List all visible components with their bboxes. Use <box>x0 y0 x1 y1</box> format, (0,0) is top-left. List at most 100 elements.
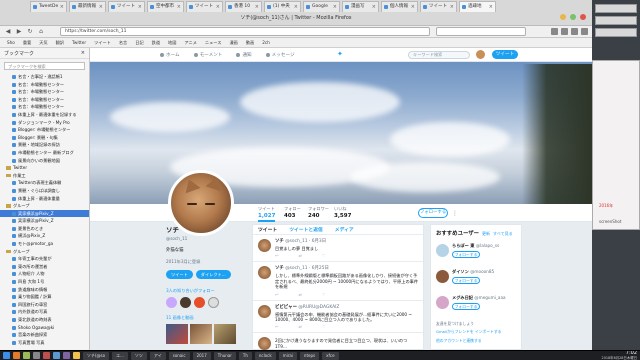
profile-handle[interactable]: @soch_11 <box>166 236 246 241</box>
like-icon[interactable]: ♡ <box>322 292 326 297</box>
bookmark-item[interactable]: Sho <box>4 40 18 45</box>
close-icon[interactable]: × <box>138 2 142 12</box>
refresh-link[interactable]: 更新 <box>482 231 490 236</box>
close-icon[interactable]: × <box>216 2 220 12</box>
download-icon[interactable] <box>551 28 558 35</box>
terminal-icon[interactable] <box>33 352 40 359</box>
bookmark-item[interactable]: 重要 <box>20 40 34 46</box>
avatar[interactable] <box>258 266 271 280</box>
follow-button[interactable]: フォローする <box>452 303 480 310</box>
import-contacts-link[interactable]: Gmailからフレンドを インポートする <box>436 329 516 335</box>
bookmark-item[interactable]: 日記 <box>132 40 146 46</box>
bookmark-item[interactable]: アニメ <box>181 40 199 46</box>
nav-moments[interactable]: モーメント <box>193 52 222 58</box>
bookmark-item[interactable]: 内外鉄道の写真 <box>0 308 89 316</box>
taskbar-window[interactable]: 2017 <box>192 351 211 360</box>
close-icon[interactable]: × <box>255 2 259 12</box>
stat-likes[interactable]: いいね 3,597 <box>334 206 351 219</box>
like-icon[interactable]: ♡ <box>322 324 326 329</box>
twitter-bird-icon[interactable]: ✦ <box>337 51 345 58</box>
sidebar-title[interactable]: ブックマーク <box>4 50 34 57</box>
browser-tab[interactable]: (1) 中央 × <box>264 1 301 12</box>
close-icon[interactable]: × <box>99 2 103 12</box>
browser-tab[interactable]: 空中都市 × <box>147 1 184 12</box>
avatar[interactable] <box>436 296 449 309</box>
tweet-to-button[interactable]: ツイート <box>166 270 193 279</box>
app-icon[interactable] <box>53 352 60 359</box>
taskbar-window[interactable]: Th <box>238 351 252 360</box>
browser-tab[interactable]: 最新情報 × <box>69 1 106 12</box>
avatar[interactable] <box>476 50 485 59</box>
tweet-handle[interactable]: @soch_11 · 6月3日 <box>285 239 326 244</box>
taskbar-window[interactable]: エ... <box>112 351 128 360</box>
tab-tweets-replies[interactable]: ツイートと返信 <box>289 226 323 233</box>
bookmark-item[interactable]: 実家横浜@Pixiv_Z <box>0 209 89 218</box>
bookmark-item[interactable]: 夏景色のとき <box>0 225 89 233</box>
nav-home[interactable]: ホーム <box>160 52 180 58</box>
close-icon[interactable]: × <box>333 2 337 12</box>
bookmark-item[interactable]: 名言：市場動態センター <box>0 81 89 89</box>
bookmark-item[interactable]: 四国旅行の車窓 <box>0 301 89 309</box>
bookmark-item[interactable]: 動画 <box>243 40 257 46</box>
app-icon[interactable] <box>73 352 80 359</box>
close-icon[interactable]: × <box>60 2 64 12</box>
bookmark-item[interactable]: 東北鉄道の時刻表 <box>0 316 89 324</box>
avatar[interactable] <box>194 297 205 308</box>
direct-message-button[interactable]: ダイレクト... <box>195 270 231 279</box>
browser-tab[interactable]: ツイート × <box>186 1 223 12</box>
taskbar-window[interactable]: Thunar <box>213 351 236 360</box>
avatar[interactable] <box>180 297 191 308</box>
bookmark-item[interactable]: 景観・ぐらばほ調査し <box>0 187 89 195</box>
close-window-icon[interactable] <box>580 14 586 20</box>
taskbar-window[interactable]: ソチ(@so <box>83 351 110 360</box>
close-icon[interactable]: × <box>294 2 298 12</box>
tweet-author[interactable]: ビビピャー <box>275 305 297 310</box>
like-icon[interactable]: ♡ <box>322 253 326 258</box>
firefox-icon[interactable] <box>13 352 20 359</box>
profile-name[interactable]: ソチ <box>166 224 246 234</box>
bookmark-item[interactable]: ツイート <box>91 40 114 46</box>
retweet-icon[interactable]: ⇄ <box>299 253 303 258</box>
taskbar-window[interactable]: sonaic <box>168 351 190 360</box>
bookmark-item[interactable]: 四島 大和 1号 <box>0 278 89 286</box>
back-icon[interactable]: ◀ <box>4 28 12 36</box>
browser-tab-active[interactable]: 過疎地 × <box>459 1 496 12</box>
taskbar-window[interactable]: ソツ <box>130 351 147 360</box>
bookmark-item[interactable]: 天気 <box>36 40 50 46</box>
media-thumbnail[interactable] <box>190 324 212 344</box>
files-icon[interactable] <box>23 352 30 359</box>
taskbar-window[interactable]: nclock <box>254 351 276 360</box>
browser-tab[interactable]: ツイート × <box>420 1 457 12</box>
bookmark-item[interactable]: 人物紹介 人物 <box>0 270 89 278</box>
background-window[interactable]: 2016年 screenShot <box>592 60 640 230</box>
follow-button[interactable]: フォローする <box>418 208 448 218</box>
stat-followers[interactable]: フォロワー 240 <box>308 206 329 219</box>
bookmark-item[interactable]: 鉄道趣味の情報 <box>0 286 89 294</box>
bookmark-folder[interactable]: グループ <box>0 202 89 210</box>
avatar[interactable] <box>436 270 449 283</box>
bookmark-item[interactable]: 体重上昇 - 最適体重量 <box>0 195 89 203</box>
maximize-icon[interactable] <box>570 14 576 20</box>
bookmark-item[interactable]: 写真置場 写真 <box>0 339 89 347</box>
reply-icon[interactable]: ↩ <box>275 324 279 329</box>
browser-tab[interactable]: 漫画写 × <box>342 1 379 12</box>
sidebar-icon[interactable] <box>571 28 578 35</box>
tweet-handle[interactable]: @soch_11 · 6月25日 <box>285 266 329 271</box>
browser-tab[interactable]: TweetDe × <box>30 1 67 12</box>
taskbar-window[interactable]: アイ <box>149 351 166 360</box>
reply-icon[interactable]: ↩ <box>275 292 279 297</box>
background-window[interactable] <box>595 28 637 37</box>
tab-tweets[interactable]: ツイート <box>258 226 277 233</box>
tab-media[interactable]: メディア <box>335 226 354 233</box>
bookmark-item[interactable]: 名言 <box>116 40 130 46</box>
browser-tab[interactable]: ツイート × <box>108 1 145 12</box>
tweet[interactable]: ソチ @soch_11 · 6月25日 しかし、標準外線鋼版と標準鋼板回路がある画… <box>253 262 423 301</box>
tweet-author[interactable]: ソチ <box>275 239 284 244</box>
view-all-link[interactable]: すべて見る <box>493 231 513 236</box>
avatar[interactable] <box>258 239 271 252</box>
nav-notifications[interactable]: 通知 <box>236 52 252 58</box>
menu-icon[interactable] <box>581 28 588 35</box>
avatar[interactable] <box>258 304 271 318</box>
browser-tab[interactable]: Google × <box>303 1 340 12</box>
browser-tab[interactable]: 香港 10 × <box>225 1 262 12</box>
